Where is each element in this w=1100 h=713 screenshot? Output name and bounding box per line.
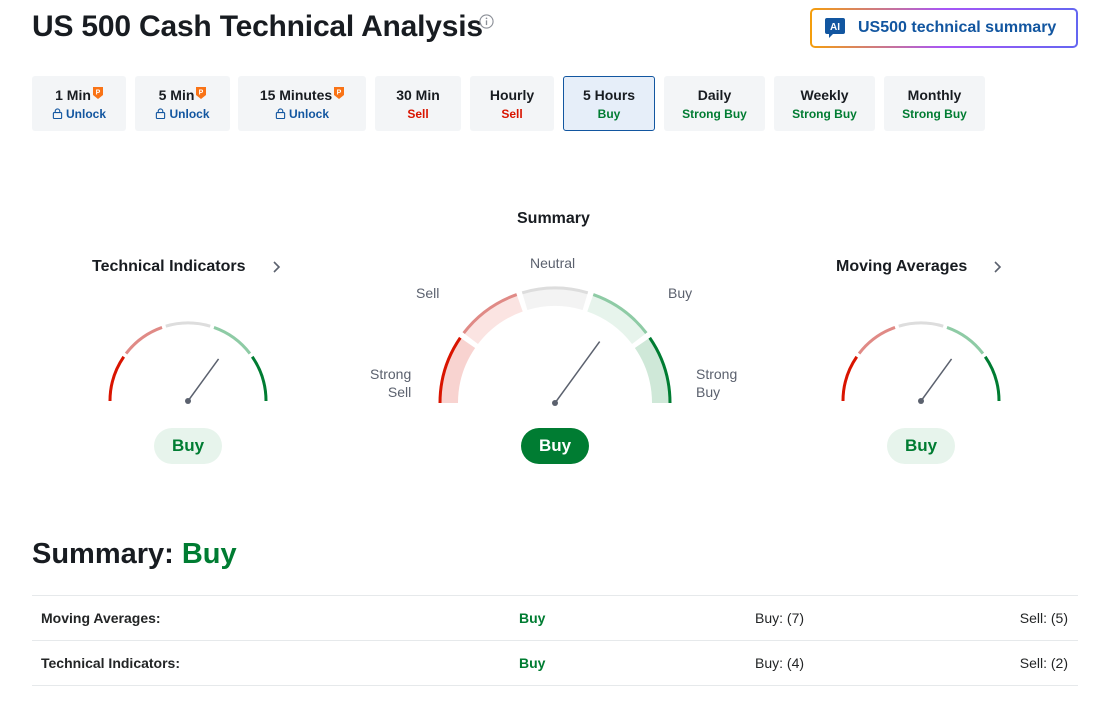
summary-table: Moving Averages: Buy Buy: (7) Sell: (5) … [32,595,1078,686]
row-result: Buy [519,655,546,671]
gauge-label-neutral: Neutral [530,255,576,271]
row-result: Buy [519,610,546,626]
svg-text:P: P [199,90,204,97]
svg-text:P: P [96,90,101,97]
gauge-needle [554,341,601,404]
gauge-pivot [552,400,558,406]
summary-gauge [438,286,672,406]
gauge-arc-strong-sell [841,355,859,402]
technical-indicators-result-badge: Buy [154,428,222,464]
row-buy-count: Buy: (7) [755,610,805,626]
tab-status: Unlock [65,107,106,121]
tab-5-hours[interactable]: 5 Hours Buy [563,76,655,131]
gauge-arc-strong-buy [250,355,268,402]
page-header: US 500 Cash Technical Analysis AI US500 … [32,8,1078,48]
ai-technical-summary-button[interactable]: AI US500 technical summary [810,8,1078,48]
moving-averages-title[interactable]: Moving Averages [836,258,967,276]
tab-label: 5 Hours [582,87,636,103]
summary-heading: Summary: Buy [32,538,237,571]
pro-badge-icon: P [334,87,345,99]
tab-label: 15 Minutes [259,87,333,103]
row-sell-count: Sell: (5) [1019,610,1068,626]
gauge-arc-neutral [165,321,211,328]
svg-text:P: P [337,90,342,97]
chevron-right-icon[interactable] [271,261,281,273]
gauge-label-strong-sell: Strong Sell [370,366,412,400]
row-sell-count: Sell: (2) [1019,655,1068,671]
moving-averages-gauge [841,321,1001,404]
ai-chat-icon: AI [825,18,845,38]
tab-status: Unlock [288,107,329,121]
gauge-arc-strong-sell [108,355,126,402]
gauge-pivot [185,398,191,404]
moving-averages-result-badge: Buy [887,428,955,464]
gauge-band-sell [463,294,523,345]
tab-status: Buy [597,107,621,121]
tab-status: Strong Buy [682,107,747,121]
chevron-right-icon[interactable] [992,261,1002,273]
tab-label: 5 Min [158,87,195,103]
page-title: US 500 Cash Technical Analysis [32,10,483,43]
tab-30-min[interactable]: 30 Min Sell [375,76,461,131]
info-icon[interactable] [479,14,494,29]
tab-daily[interactable]: Daily Strong Buy [664,76,765,131]
gauge-arcs [108,321,268,402]
svg-text:AI: AI [830,22,840,33]
gauge-arc-sell [124,326,163,355]
tab-status: Strong Buy [902,107,967,121]
lock-icon [52,108,63,119]
lock-icon [156,108,166,119]
gauge-arcs [841,321,1001,402]
tab-label: Weekly [800,87,849,103]
lock-icon [275,108,286,119]
technical-indicators-title[interactable]: Technical Indicators [92,258,246,276]
gauge-pivot [918,398,924,404]
tab-label: Daily [697,87,732,103]
gauge-needle [920,358,953,402]
tab-15-minutes[interactable]: 15 Minutes P Unlock [238,76,366,131]
tab-5-min[interactable]: 5 Min P Unlock [135,76,230,131]
pro-badge-icon: P [196,87,207,99]
gauge-band-buy [587,294,647,345]
tab-status: Strong Buy [792,107,857,121]
row-name: Technical Indicators: [41,655,180,671]
timeframe-tabs: 1 Min P Unlock 5 Min P Unlock 15 Minutes P … [32,76,992,131]
tab-hourly[interactable]: Hourly Sell [470,76,554,131]
tab-status: Unlock [169,107,210,121]
row-buy-count: Buy: (4) [755,655,805,671]
gauge-arc-sell [857,326,896,355]
ai-summary-label: US500 technical summary [858,19,1057,36]
table-row: Moving Averages: Buy Buy: (7) Sell: (5) [32,596,1078,641]
gauge-arcs [438,286,672,404]
tab-label: 1 Min [55,87,91,103]
summary-result-badge: Buy [521,428,589,464]
summary-gauge-title: Summary [517,210,590,227]
gauge-arc-buy [946,326,985,355]
tab-label: Monthly [907,87,962,103]
gauge-arc-strong-buy [983,355,1001,402]
gauge-arc-neutral [898,321,944,328]
gauge-arc-buy [213,326,252,355]
technical-indicators-gauge [108,321,268,404]
tab-label: 30 Min [396,87,440,103]
tab-label: Hourly [489,87,535,103]
gauge-needle [187,358,220,402]
pro-badge-icon: P [92,87,103,99]
summary-heading-value: Buy [181,538,237,570]
table-row: Technical Indicators: Buy Buy: (4) Sell:… [32,641,1078,686]
summary-heading-label: Summary: [32,538,174,570]
tab-status: Sell [407,107,429,121]
tab-1-min[interactable]: 1 Min P Unlock [32,76,126,131]
tab-monthly[interactable]: Monthly Strong Buy [884,76,985,131]
row-name: Moving Averages: [41,610,161,626]
tab-status: Sell [501,107,523,121]
tab-weekly[interactable]: Weekly Strong Buy [774,76,875,131]
gauge-label-strong-buy: Strong Buy [696,366,738,400]
